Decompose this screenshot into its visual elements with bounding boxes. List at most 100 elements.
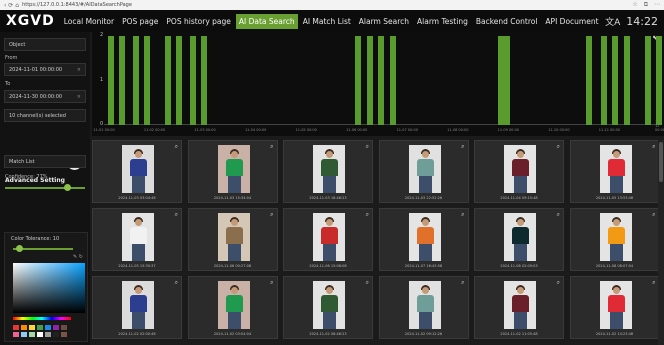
- chart-bar[interactable]: [611, 36, 618, 125]
- color-swatch[interactable]: [61, 332, 67, 337]
- nav-item-ai-data-search[interactable]: AI Data Search: [235, 13, 298, 29]
- confidence-slider[interactable]: [5, 184, 85, 191]
- result-thumbnail[interactable]: [408, 281, 441, 329]
- chart-bar[interactable]: [504, 36, 511, 125]
- zoom-search-icon[interactable]: ⌕: [175, 279, 178, 287]
- chart-bar[interactable]: [586, 36, 593, 125]
- zoom-search-icon[interactable]: ⌕: [557, 143, 560, 151]
- extensions-icon[interactable]: ⧉: [644, 1, 648, 9]
- nav-item-local-monitor[interactable]: Local Monitor: [61, 14, 117, 29]
- result-thumbnail[interactable]: [217, 281, 250, 329]
- result-thumbnail[interactable]: [122, 281, 154, 329]
- result-thumbnail[interactable]: [504, 213, 536, 261]
- result-card[interactable]: ⌕ 2024-11-02 09:12:26: [378, 276, 469, 339]
- star-icon[interactable]: ☆: [632, 1, 637, 9]
- color-tolerance-slider[interactable]: [13, 245, 73, 252]
- zoom-search-icon[interactable]: ⌕: [461, 211, 464, 219]
- result-card[interactable]: ⌕ 2024-11-02 06:46:23: [283, 276, 373, 339]
- browser-nav-icons[interactable]: ‹ ⟳ ⌂: [4, 2, 19, 9]
- chart-bar[interactable]: [354, 36, 361, 125]
- chart-bar[interactable]: [390, 36, 397, 125]
- color-swatch[interactable]: [53, 325, 59, 330]
- chart-bar[interactable]: [133, 36, 140, 125]
- zoom-search-icon[interactable]: ⌕: [557, 211, 560, 219]
- zoom-search-icon[interactable]: ⌕: [461, 279, 464, 287]
- result-thumbnail[interactable]: [313, 145, 345, 193]
- color-swatch[interactable]: [13, 325, 19, 330]
- slider-knob[interactable]: [16, 245, 23, 252]
- clear-icon[interactable]: ×: [77, 94, 81, 100]
- color-swatch[interactable]: [37, 325, 43, 330]
- result-card[interactable]: ⌕ 2024-11-04 09:15:48: [474, 140, 564, 203]
- chart-bar[interactable]: [601, 36, 608, 125]
- result-card[interactable]: ⌕ 2024-11-08 02:09:03: [474, 208, 564, 271]
- nav-item-backend-control[interactable]: Backend Control: [473, 14, 541, 29]
- color-swatch[interactable]: [29, 325, 35, 330]
- to-date-field[interactable]: 2024-11-30 00:00:00 ×: [4, 90, 86, 103]
- color-swatch[interactable]: [45, 332, 51, 337]
- chart-bar[interactable]: [497, 36, 504, 125]
- chart-bar[interactable]: [118, 36, 125, 125]
- result-card[interactable]: ⌕ 2024-11-03 18:46:23: [283, 140, 373, 203]
- result-thumbnail[interactable]: [599, 281, 632, 329]
- result-card[interactable]: ⌕ 2024-11-02 11:05:48: [474, 276, 564, 339]
- from-date-field[interactable]: 2024-11-01 00:00:00 ×: [4, 63, 86, 76]
- match-list-select[interactable]: Match List: [4, 155, 86, 168]
- result-card[interactable]: ⌕ 2024-11-03 15:34:04: [187, 140, 278, 203]
- chart-bar[interactable]: [200, 36, 207, 125]
- color-gradient[interactable]: [13, 263, 85, 313]
- result-card[interactable]: ⌕ 2024-11-03 22:52:26: [378, 140, 469, 203]
- clear-icon[interactable]: ×: [77, 67, 81, 73]
- zoom-search-icon[interactable]: ⌕: [557, 279, 560, 287]
- result-card[interactable]: ⌕ 2024-11-05 13:53:48: [569, 140, 660, 203]
- scrollbar[interactable]: [658, 140, 664, 345]
- color-swatch[interactable]: [53, 332, 59, 337]
- result-card[interactable]: ⌕ 2024-11-08 08:07:04: [569, 208, 660, 271]
- translate-icon[interactable]: 文A: [605, 15, 620, 28]
- result-card[interactable]: ⌕ 2024-11-02 03:04:04: [187, 276, 278, 339]
- result-thumbnail[interactable]: [599, 145, 632, 193]
- color-swatch[interactable]: [13, 332, 19, 337]
- chart-bar[interactable]: [645, 36, 652, 125]
- result-thumbnail[interactable]: [504, 145, 536, 193]
- slider-knob[interactable]: [63, 184, 71, 191]
- nav-item-pos-history-page[interactable]: POS history page: [163, 14, 233, 29]
- result-thumbnail[interactable]: [313, 281, 345, 329]
- result-card[interactable]: ⌕ 2024-11-06 00:27:08: [187, 208, 278, 271]
- result-thumbnail[interactable]: [599, 213, 632, 261]
- chart-bar[interactable]: [655, 36, 662, 125]
- nav-item-ai-match-list[interactable]: AI Match List: [300, 14, 354, 29]
- result-thumbnail[interactable]: [408, 213, 441, 261]
- zoom-search-icon[interactable]: ⌕: [270, 211, 273, 219]
- zoom-search-icon[interactable]: ⌕: [270, 279, 273, 287]
- chart-bar[interactable]: [175, 36, 182, 125]
- chart-bar[interactable]: [144, 36, 150, 125]
- result-thumbnail[interactable]: [217, 213, 250, 261]
- zoom-search-icon[interactable]: ⌕: [366, 211, 369, 219]
- nav-item-alarm-testing[interactable]: Alarm Testing: [414, 14, 471, 29]
- chart-bar[interactable]: [190, 36, 197, 125]
- chart-bar[interactable]: [624, 36, 631, 125]
- zoom-search-icon[interactable]: ⌕: [652, 211, 655, 219]
- zoom-search-icon[interactable]: ⌕: [461, 143, 464, 151]
- result-card[interactable]: ⌕ 2024-11-03 03:04:46: [92, 140, 182, 203]
- scrollbar-thumb[interactable]: [659, 142, 663, 182]
- zoom-search-icon[interactable]: ⌕: [270, 143, 273, 151]
- result-thumbnail[interactable]: [217, 145, 250, 193]
- chart-bar[interactable]: [377, 36, 384, 125]
- result-card[interactable]: ⌕ 2024-11-06 15:08:08: [283, 208, 373, 271]
- result-card[interactable]: ⌕ 2024-11-07 16:43:58: [378, 208, 469, 271]
- object-select[interactable]: Object: [4, 38, 86, 51]
- result-thumbnail[interactable]: [122, 213, 154, 261]
- result-card[interactable]: ⌕ 2024-11-02 14:23:48: [569, 276, 660, 339]
- result-card[interactable]: ⌕ 2024-11-05 15:30:37: [92, 208, 182, 271]
- nav-item-alarm-search[interactable]: Alarm Search: [356, 14, 412, 29]
- color-swatch[interactable]: [37, 332, 43, 337]
- chart-bar[interactable]: [165, 36, 172, 125]
- result-thumbnail[interactable]: [504, 281, 536, 329]
- color-swatch[interactable]: [21, 325, 27, 330]
- channel-select[interactable]: 10 channel(s) selected: [4, 109, 86, 122]
- browser-url[interactable]: https://127.0.0.1:8443/#/AIDataSearchPag…: [22, 2, 632, 8]
- zoom-search-icon[interactable]: ⌕: [175, 211, 178, 219]
- color-swatch[interactable]: [45, 325, 51, 330]
